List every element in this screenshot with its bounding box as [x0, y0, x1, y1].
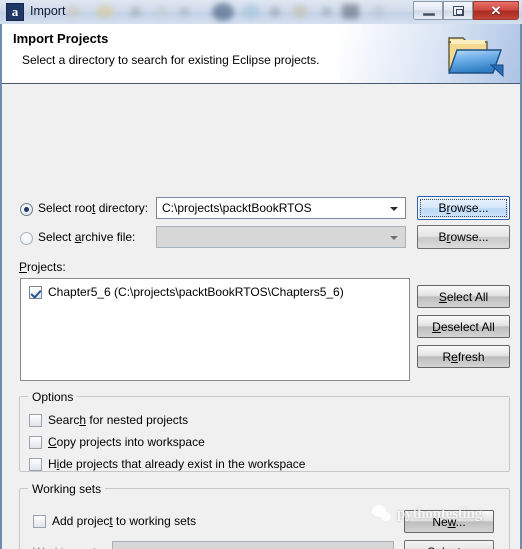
wizard-header: Import Projects Select a directory to se… — [2, 24, 520, 84]
hide-existing-projects-label: Hide projects that already exist in the … — [48, 457, 306, 471]
working-sets-legend: Working sets — [28, 482, 106, 496]
search-nested-projects-label: Search for nested projects — [48, 413, 189, 427]
maximize-button[interactable] — [443, 1, 473, 20]
projects-label: Projects: — [19, 260, 66, 274]
select-all-button[interactable]: Select All — [417, 285, 510, 308]
project-label: Chapter5_6 (C:\projects\packtBookRTOS\Ch… — [48, 285, 344, 299]
root-directory-value: C:\projects\packtBookRTOS — [162, 201, 312, 215]
browse-archive-file-button[interactable]: Browse... — [417, 225, 510, 249]
list-item[interactable]: Chapter5_6 (C:\projects\packtBookRTOS\Ch… — [29, 285, 344, 299]
refresh-label: Refresh — [442, 349, 485, 364]
new-working-set-button[interactable]: New... — [404, 510, 494, 533]
chevron-down-icon — [390, 207, 398, 211]
wizard-body: Select root directory: C:\projects\packt… — [2, 84, 520, 549]
browse-archive-file-label: Browse... — [438, 230, 489, 244]
add-project-to-working-sets-checkbox[interactable] — [33, 515, 46, 528]
select-all-label: Select All — [438, 289, 489, 304]
window-title-bar: a Import ✕ — [0, 0, 522, 24]
working-sets-label: Working sets: — [33, 545, 105, 549]
select-archive-file-radio[interactable] — [20, 232, 33, 245]
deselect-all-label: Deselect All — [432, 319, 495, 334]
window-title: Import — [30, 4, 66, 18]
window-controls: ✕ — [413, 1, 519, 20]
select-working-sets-button[interactable]: Select... — [404, 540, 494, 549]
page-title: Import Projects — [13, 31, 109, 46]
working-sets-combo[interactable] — [112, 541, 394, 549]
select-root-directory-label: Select root directory: — [38, 201, 149, 215]
options-legend: Options — [28, 390, 78, 404]
open-folder-icon — [448, 37, 504, 78]
refresh-button[interactable]: Refresh — [417, 345, 510, 368]
close-icon: ✕ — [490, 3, 502, 18]
root-directory-combo[interactable]: C:\projects\packtBookRTOS — [156, 197, 406, 219]
deselect-all-button[interactable]: Deselect All — [417, 315, 510, 338]
add-project-to-working-sets-label: Add project to working sets — [52, 514, 197, 528]
copy-projects-into-workspace-label: Copy projects into workspace — [48, 435, 205, 449]
archive-file-combo[interactable] — [156, 226, 406, 248]
select-working-sets-label: Select... — [427, 546, 470, 549]
search-nested-projects-checkbox[interactable] — [29, 414, 42, 427]
browse-root-directory-button[interactable]: Browse... — [417, 196, 510, 220]
project-checkbox[interactable] — [29, 285, 42, 299]
page-description: Select a directory to search for existin… — [22, 53, 320, 67]
new-working-set-label: New... — [432, 514, 466, 529]
copy-projects-into-workspace-checkbox[interactable] — [29, 436, 42, 449]
select-root-directory-radio[interactable] — [20, 203, 33, 216]
title-bar-background-blur — [60, 0, 420, 24]
close-button[interactable]: ✕ — [473, 1, 519, 20]
eclipse-app-icon: a — [6, 3, 24, 21]
projects-list[interactable]: Chapter5_6 (C:\projects\packtBookRTOS\Ch… — [20, 278, 410, 381]
minimize-icon — [423, 13, 435, 16]
select-archive-file-label: Select archive file: — [38, 230, 136, 244]
maximize-icon — [453, 6, 464, 16]
minimize-button[interactable] — [413, 1, 443, 20]
hide-existing-projects-checkbox[interactable] — [29, 458, 42, 471]
chevron-down-icon — [390, 236, 398, 240]
import-projects-dialog-window: a Import ✕ Import Projects Select a dire… — [0, 0, 522, 549]
dialog-frame: Import Projects Select a directory to se… — [0, 24, 522, 549]
